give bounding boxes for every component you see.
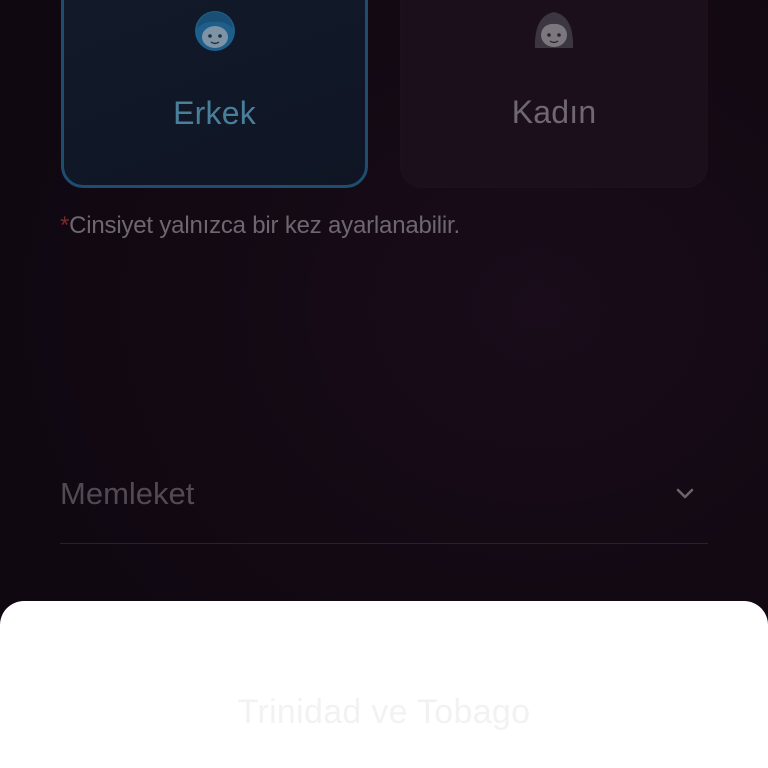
boy-face-icon [194,11,235,51]
required-asterisk: * [60,212,70,239]
country-select[interactable]: Memleket [60,472,708,544]
gender-option-male[interactable]: Erkek [61,0,368,188]
gender-note-text: Cinsiyet yalnızca bir kez ayarlanabilir. [69,212,460,239]
picker-option[interactable]: Trinidad ve Tobago [0,693,768,732]
country-label: Memleket [60,476,195,511]
gender-label-male: Erkek [173,95,256,131]
gender-label-female: Kadın [511,94,597,130]
chevron-down-icon [676,488,694,499]
country-picker-sheet: Trinidad ve Tobago [0,601,768,768]
gender-note: *Cinsiyet yalnızca bir kez ayarlanabilir… [60,212,460,240]
gender-option-female[interactable]: Kadın [400,0,708,188]
girl-face-icon [534,12,574,48]
